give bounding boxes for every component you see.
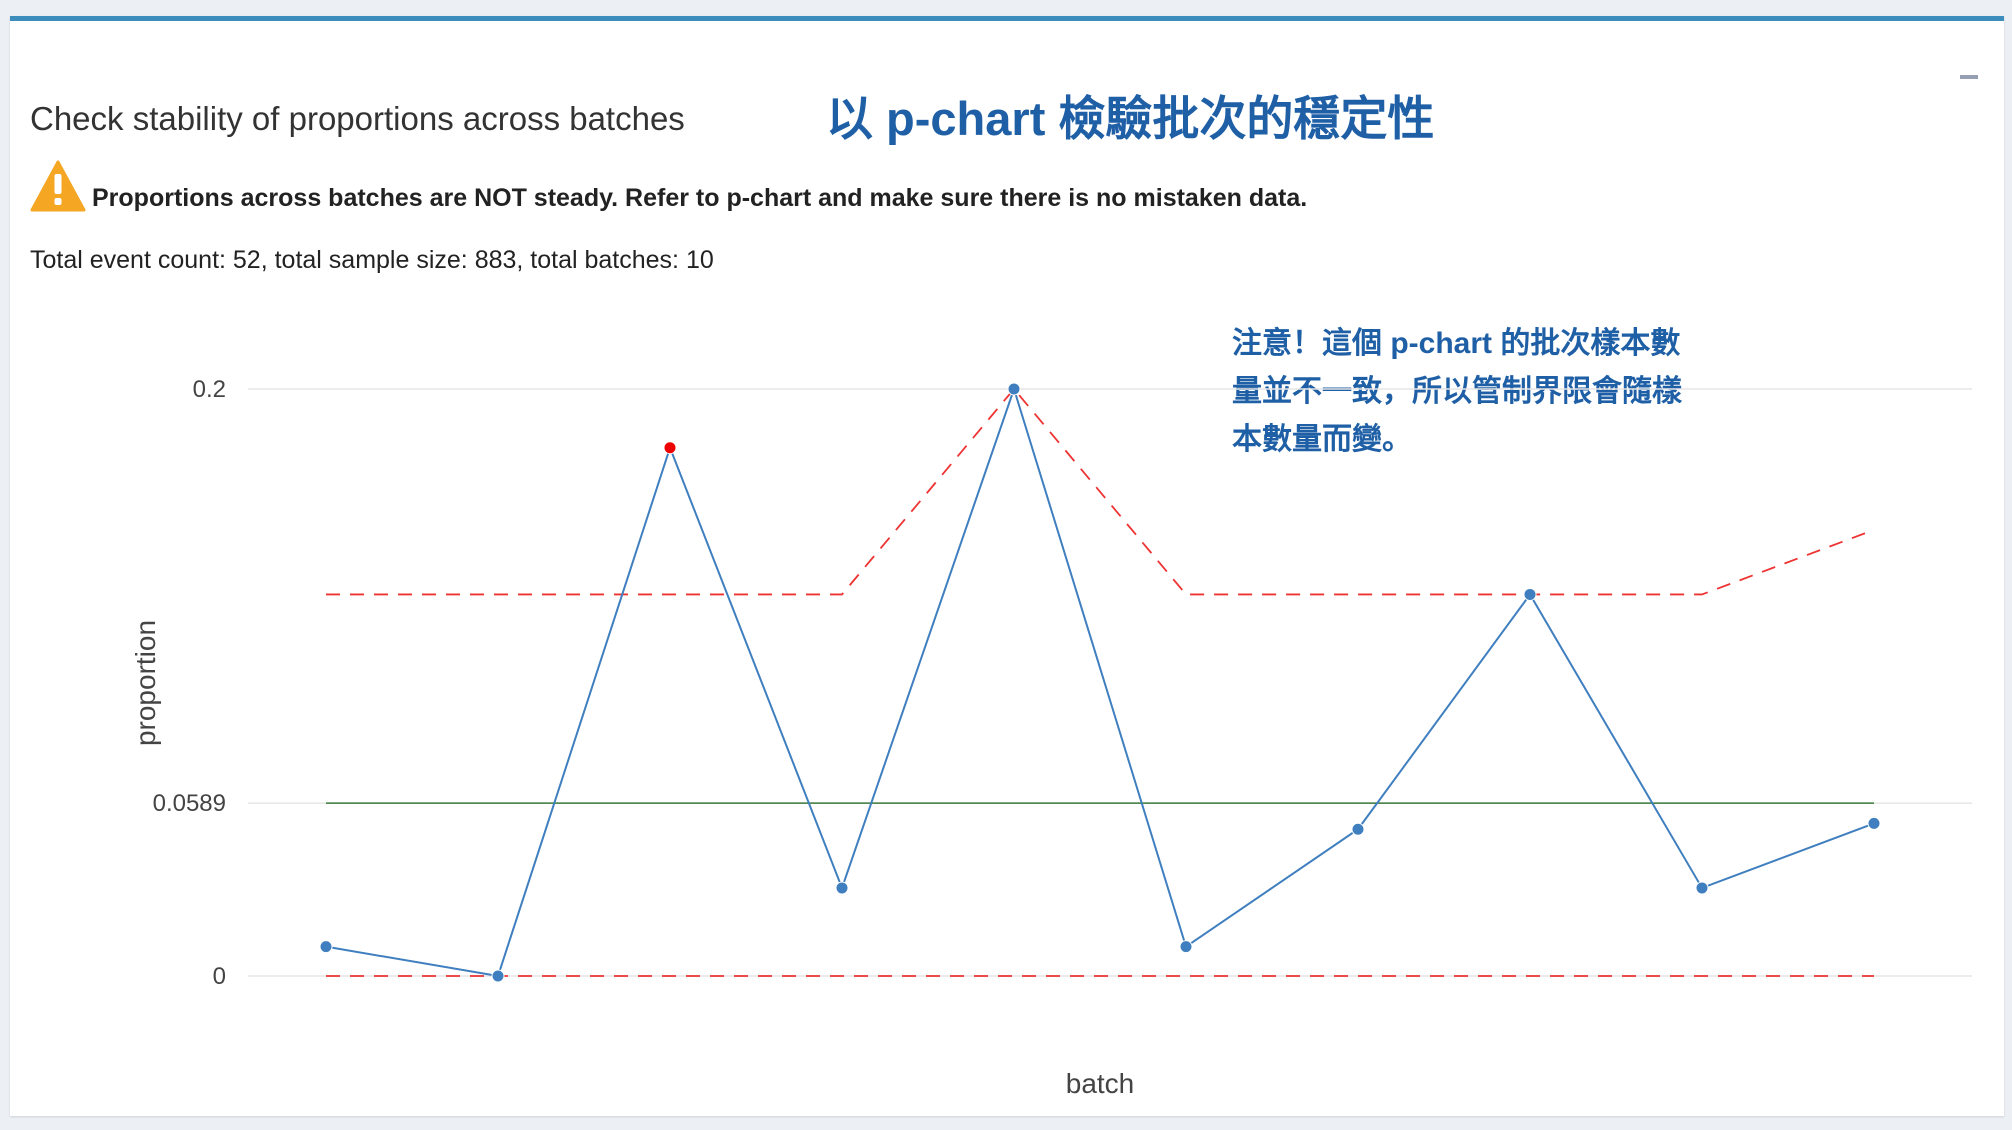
data-point [1007, 382, 1021, 396]
y-tick-label: 0.2 [193, 376, 226, 403]
upper-control-limit [326, 387, 1875, 596]
y-tick-label: 0 [213, 963, 226, 990]
data-point [491, 969, 505, 983]
x-axis-title: batch [1066, 1068, 1135, 1099]
data-point [1351, 822, 1365, 836]
p-chart: 0 0.0589 0.2 batch proportion [130, 376, 1972, 1099]
data-point [1179, 940, 1193, 954]
data-point [1523, 587, 1537, 601]
data-point [319, 940, 333, 954]
y-tick-labels: 0 0.0589 0.2 [153, 376, 226, 990]
y-tick-label: 0.0589 [153, 790, 226, 817]
out-of-control-point [663, 441, 677, 455]
y-axis-title: proportion [130, 620, 161, 746]
data-point [1695, 881, 1709, 895]
proportion-line [325, 385, 1875, 978]
gridlines [248, 388, 1972, 977]
control-limits [326, 387, 1875, 977]
data-point [835, 881, 849, 895]
series [319, 382, 1881, 983]
data-point [1867, 816, 1881, 830]
